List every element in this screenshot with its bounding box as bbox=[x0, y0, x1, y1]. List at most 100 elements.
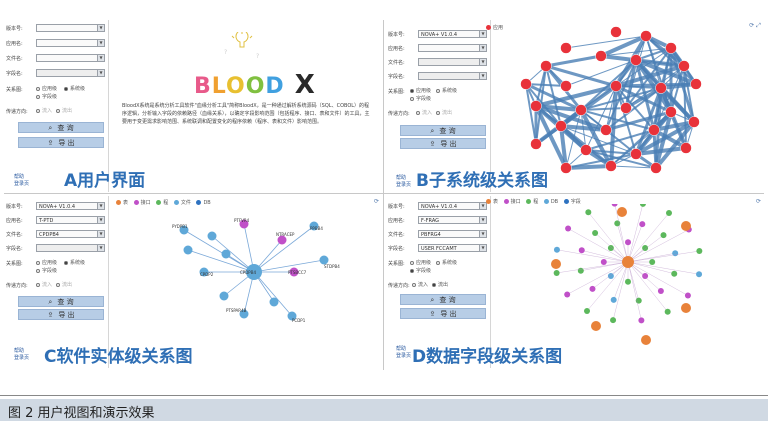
app-select[interactable]: ▼ bbox=[36, 39, 105, 47]
login-link[interactable]: 登录页 bbox=[14, 355, 29, 362]
entity-network-graph[interactable]: CPDPB4 PTFVR4 NTRACEP PTSBCC7 PTSPAR4B PYDPB1… bbox=[164, 214, 364, 334]
version-select[interactable]: NOVA+ V1.0.4 ▼ bbox=[418, 202, 487, 210]
radio-app-level[interactable]: 应用级 bbox=[410, 87, 431, 94]
export-button[interactable]: ⇪ 导 出 bbox=[18, 137, 104, 148]
subsystem-network-graph[interactable] bbox=[506, 26, 746, 176]
help-link[interactable]: 帮助 bbox=[14, 348, 29, 355]
radio-app-level[interactable]: 应用级 bbox=[410, 259, 431, 266]
graph-node bbox=[638, 317, 645, 324]
version-select[interactable]: NOVA+ V1.0.4 ▼ bbox=[418, 30, 487, 38]
radio-outflow[interactable]: 流出 bbox=[56, 107, 72, 114]
field-select[interactable]: ▼ bbox=[36, 244, 105, 252]
horizontal-divider bbox=[4, 193, 764, 194]
file-select[interactable]: ▼ bbox=[36, 54, 105, 62]
radio-system-level[interactable]: 系统级 bbox=[436, 87, 457, 94]
app-select[interactable]: ▼ bbox=[418, 44, 487, 52]
legend-label: 文件 bbox=[180, 200, 191, 206]
footer-links: 帮助 登录页 bbox=[14, 174, 29, 188]
radio-outflow[interactable]: 流出 bbox=[432, 281, 448, 288]
login-link[interactable]: 登录页 bbox=[14, 181, 29, 188]
node-label: CPDP2 bbox=[200, 272, 214, 277]
radio-inflow[interactable]: 流入 bbox=[412, 281, 428, 288]
description-text: BloodX系统是系统分析工具软件"血缘分析工具"简称BloodX，是一种通过解… bbox=[122, 103, 370, 125]
graph-node bbox=[560, 162, 572, 174]
app-value: F-FRAG bbox=[421, 218, 440, 224]
graph-node bbox=[696, 248, 703, 255]
graph-node bbox=[649, 259, 656, 265]
panel-entity-graph: 版本号: NOVA+ V1.0.4 ▼ 应用名: T-PTD ▼ 文件名: CPDP… bbox=[4, 196, 382, 368]
graph-node bbox=[578, 247, 585, 254]
graph-edge bbox=[592, 261, 629, 290]
file-select[interactable]: CPDPB4 ▼ bbox=[36, 230, 105, 238]
radio-field-level[interactable]: 字段级 bbox=[36, 93, 57, 100]
radio-system-level[interactable]: 系统级 bbox=[64, 259, 85, 266]
chevron-down-icon: ▼ bbox=[97, 217, 104, 223]
radio-app-level[interactable]: 应用级 bbox=[36, 259, 57, 266]
radio-outflow[interactable]: 流出 bbox=[56, 281, 72, 288]
chevron-down-icon: ▼ bbox=[97, 231, 104, 237]
legend-swatch bbox=[156, 200, 162, 205]
graph-node bbox=[671, 270, 678, 277]
figure-caption: 图 2 用户视图和演示效果 bbox=[8, 406, 155, 421]
legend-swatch bbox=[133, 200, 139, 205]
export-button[interactable]: ⇪ 导 出 bbox=[18, 309, 104, 320]
legend-swatch bbox=[486, 25, 491, 30]
chevron-down-icon: ▼ bbox=[97, 203, 104, 209]
query-button[interactable]: ⌕ 查 询 bbox=[400, 125, 486, 136]
radio-outflow[interactable]: 流出 bbox=[436, 109, 452, 116]
version-select[interactable]: ▼ bbox=[36, 24, 105, 32]
chevron-down-icon: ▼ bbox=[479, 59, 486, 65]
file-value: CPDPB4 bbox=[39, 232, 59, 238]
form-row-app: 应用名: ▼ bbox=[388, 44, 488, 54]
version-select[interactable]: NOVA+ V1.0.4 ▼ bbox=[36, 202, 105, 210]
field-label: 字段名: bbox=[388, 246, 405, 252]
refresh-icon[interactable]: ⟳ bbox=[756, 198, 761, 205]
radio-field-level[interactable]: 字段级 bbox=[410, 95, 431, 102]
help-link[interactable]: 帮助 bbox=[14, 174, 29, 181]
form-row-app: 应用名: F-FRAG ▼ bbox=[388, 216, 488, 226]
field-select[interactable]: ▼ bbox=[36, 69, 105, 77]
form-row-file: 文件名: ▼ bbox=[388, 58, 488, 68]
graph-node bbox=[648, 124, 660, 136]
help-link[interactable]: 帮助 bbox=[396, 346, 411, 353]
radio-app-level[interactable]: 应用级 bbox=[36, 85, 57, 92]
graph-node bbox=[553, 246, 560, 253]
app-select[interactable]: T-PTD ▼ bbox=[36, 216, 105, 224]
version-label: 版本号: bbox=[388, 32, 405, 38]
graph-node bbox=[696, 271, 703, 278]
field-select[interactable]: ▼ bbox=[418, 72, 487, 80]
file-select[interactable]: ▼ bbox=[418, 58, 487, 66]
graph-node bbox=[564, 291, 571, 298]
export-button[interactable]: ⇪ 导 出 bbox=[400, 138, 486, 149]
help-link[interactable]: 帮助 bbox=[396, 175, 411, 182]
radio-inflow[interactable]: 流入 bbox=[36, 107, 52, 114]
radio-system-level[interactable]: 系统级 bbox=[64, 85, 85, 92]
node-label: PPBB4 bbox=[310, 226, 323, 231]
node-label: PCDP1 bbox=[292, 318, 306, 323]
svg-text:?: ? bbox=[224, 49, 227, 56]
app-value: T-PTD bbox=[39, 218, 54, 224]
export-button[interactable]: ⇪ 导 出 bbox=[400, 308, 486, 319]
app-select[interactable]: F-FRAG ▼ bbox=[418, 216, 487, 224]
graph-node bbox=[610, 80, 622, 92]
field-label: 字段名: bbox=[388, 74, 405, 80]
query-button[interactable]: ⌕ 查 询 bbox=[18, 122, 104, 133]
legend-label: 接口 bbox=[510, 199, 521, 205]
refresh-icon[interactable]: ⟳ bbox=[374, 198, 379, 205]
radio-system-level[interactable]: 系统级 bbox=[436, 259, 457, 266]
graph-node bbox=[684, 292, 691, 299]
login-link[interactable]: 登录页 bbox=[396, 182, 411, 189]
query-button[interactable]: ⌕ 查 询 bbox=[18, 296, 104, 307]
radio-field-level[interactable]: 字段级 bbox=[410, 267, 431, 274]
radio-field-level[interactable]: 字段级 bbox=[36, 267, 57, 274]
file-select[interactable]: PBFRG4 ▼ bbox=[418, 230, 487, 238]
field-select[interactable]: USER FCCAMT ▼ bbox=[418, 244, 487, 252]
field-network-graph[interactable] bbox=[536, 204, 706, 354]
radio-inflow[interactable]: 流入 bbox=[36, 281, 52, 288]
radio-inflow[interactable]: 流入 bbox=[416, 109, 432, 116]
version-label: 版本号: bbox=[6, 204, 23, 210]
login-link[interactable]: 登录页 bbox=[396, 353, 411, 360]
query-button[interactable]: ⌕ 查 询 bbox=[400, 294, 486, 305]
refresh-icon[interactable]: ⟳ ⤢ bbox=[749, 22, 761, 30]
node-label: PYDPB1 bbox=[172, 224, 188, 229]
